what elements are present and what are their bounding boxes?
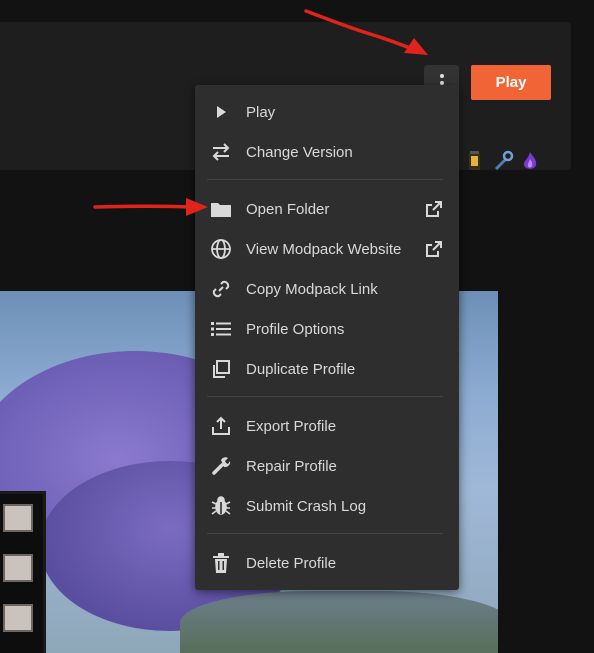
block-structure: [0, 491, 46, 653]
export-icon: [209, 414, 233, 438]
menu-item-copy-modpack-link[interactable]: Copy Modpack Link: [195, 269, 459, 309]
menu-item-label: Play: [246, 103, 276, 121]
swap-arrows-icon: [209, 140, 233, 164]
menu-divider: [207, 396, 443, 397]
dot: [439, 80, 444, 85]
menu-item-label: Repair Profile: [246, 457, 337, 475]
menu-item-export-profile[interactable]: Export Profile: [195, 406, 459, 446]
menu-item-label: View Modpack Website: [246, 240, 402, 258]
menu-item-repair-profile[interactable]: Repair Profile: [195, 446, 459, 486]
duplicate-icon: [209, 357, 233, 381]
menu-item-play[interactable]: Play: [195, 92, 459, 132]
menu-item-profile-options[interactable]: Profile Options: [195, 309, 459, 349]
mod-icons: [464, 150, 540, 172]
menu-item-label: Duplicate Profile: [246, 360, 356, 378]
menu-item-label: Open Folder: [246, 200, 330, 218]
menu-item-label: Copy Modpack Link: [246, 280, 378, 298]
ground: [180, 591, 498, 653]
external-link-icon: [425, 240, 443, 258]
dot: [439, 73, 444, 78]
play-icon: [209, 100, 233, 124]
menu-item-label: Submit Crash Log: [246, 497, 367, 515]
menu-divider: [207, 533, 443, 534]
globe-icon: [209, 237, 233, 261]
stone-block: [3, 504, 33, 532]
stone-block: [3, 604, 33, 632]
stone-block: [3, 554, 33, 582]
lantern-icon: [464, 150, 484, 172]
external-link-icon: [425, 200, 443, 218]
menu-item-open-folder[interactable]: Open Folder: [195, 189, 459, 229]
menu-item-submit-crash-log[interactable]: Submit Crash Log: [195, 486, 459, 526]
profile-context-menu: Play Change Version Open Folder View Mod…: [195, 85, 459, 590]
menu-item-label: Change Version: [246, 143, 353, 161]
link-icon: [209, 277, 233, 301]
menu-item-label: Export Profile: [246, 417, 337, 435]
menu-item-label: Profile Options: [246, 320, 345, 338]
menu-divider: [207, 179, 443, 180]
menu-item-duplicate-profile[interactable]: Duplicate Profile: [195, 349, 459, 389]
folder-icon: [209, 197, 233, 221]
play-button[interactable]: Play: [471, 65, 551, 100]
menu-item-delete-profile[interactable]: Delete Profile: [195, 543, 459, 583]
bug-icon: [209, 494, 233, 518]
menu-item-view-modpack-website[interactable]: View Modpack Website: [195, 229, 459, 269]
list-icon: [209, 317, 233, 341]
purple-flame-icon: [520, 150, 540, 172]
trash-icon: [209, 551, 233, 575]
wrench-icon: [492, 150, 514, 172]
wrench-icon: [209, 454, 233, 478]
menu-item-label: Delete Profile: [246, 554, 337, 572]
menu-item-change-version[interactable]: Change Version: [195, 132, 459, 172]
